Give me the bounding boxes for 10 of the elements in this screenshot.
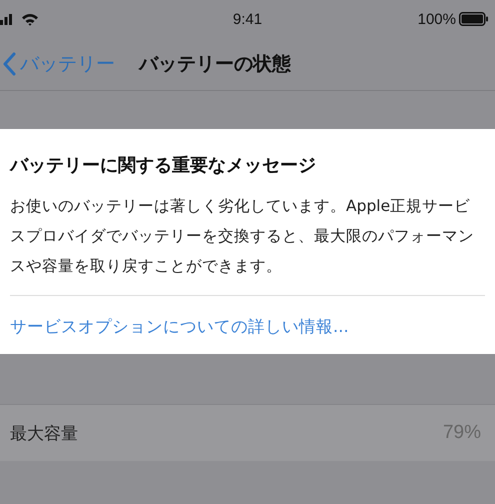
chevron-left-icon <box>2 52 16 76</box>
page-title: バッテリーの状態 <box>139 52 291 77</box>
more-info-link[interactable]: サービスオプションについての詳しい情報... <box>10 316 349 338</box>
battery-percentage: 100% <box>418 10 456 28</box>
row-label: 最大容量 <box>10 422 78 444</box>
alert-title: バッテリーに関する重要なメッセージ <box>10 154 317 177</box>
status-time: 9:41 <box>232 10 262 28</box>
alert-message: お使いのバッテリーは著しく劣化しています。Apple正規サービスプロバイダでバッテリーを交換すると、最大限のパフォーマンスや容量を取り戻すことができます。 <box>10 196 475 277</box>
wifi-icon <box>21 12 39 26</box>
battery-icon <box>459 12 489 26</box>
